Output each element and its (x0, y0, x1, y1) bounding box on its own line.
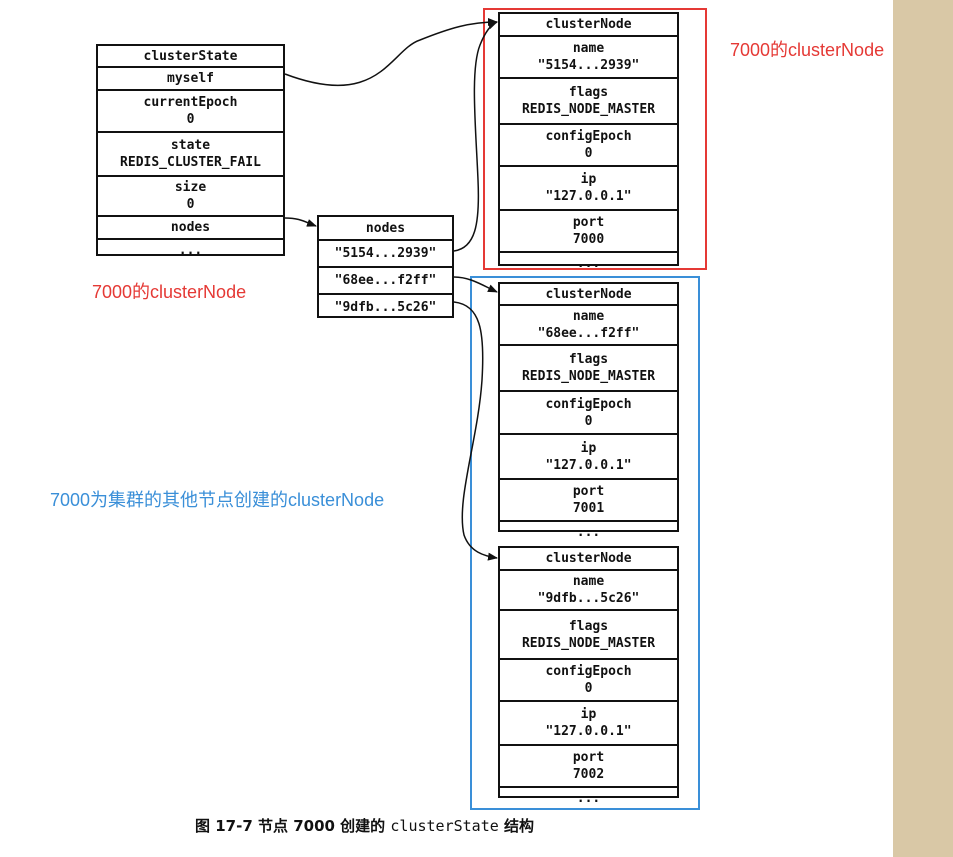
figure-caption: 图 17-7 节点 7000 创建的 clusterState 结构 (195, 815, 534, 836)
caption-prefix: 图 17-7 节点 7000 创建的 (195, 817, 391, 835)
nodes-dict-key-3: "9dfb...5c26" (334, 300, 437, 315)
nodes-dict-entry: "9dfb...5c26" (319, 293, 452, 320)
caption-suffix: 结构 (498, 817, 535, 835)
right-background-strip (893, 0, 953, 857)
blue-highlight-frame (470, 276, 700, 810)
red-highlight-frame (483, 8, 707, 270)
nodes-dict-entry: "68ee...f2ff" (319, 266, 452, 293)
myself-arrow (284, 18, 498, 87)
cluster-state-title-row: clusterState (98, 46, 283, 66)
state-value: REDIS_CLUSTER_FAIL (120, 155, 261, 170)
cluster-state-epoch-row: currentEpoch 0 (98, 89, 283, 131)
annotation-top-right: 7000的clusterNode (730, 40, 885, 60)
cluster-state-more-row: ... (98, 238, 283, 260)
nodes-dict-box: nodes "5154...2939" "68ee...f2ff" "9dfb.… (317, 215, 454, 318)
current-epoch-label: currentEpoch (143, 95, 238, 110)
cluster-state-title: clusterState (143, 48, 238, 64)
size-label: size (174, 180, 207, 195)
state-label: state (170, 138, 211, 153)
cluster-state-size-row: size 0 (98, 175, 283, 215)
cluster-state-more: ... (178, 242, 203, 258)
nodes-label: nodes (170, 220, 211, 235)
cluster-state-box: clusterState myself currentEpoch 0 state… (96, 44, 285, 258)
nodes-dict-title-row: nodes (319, 217, 452, 239)
cluster-state-nodes-row: nodes (98, 215, 283, 238)
size-value: 0 (186, 197, 195, 212)
annotation-blue: 7000为集群的其他节点创建的clusterNode (50, 490, 385, 510)
cluster-state-myself-row: myself (98, 66, 283, 89)
nodes-dict-key-1: "5154...2939" (334, 246, 437, 261)
myself-label: myself (167, 71, 214, 86)
nodes-dict-title: nodes (365, 220, 406, 236)
nodes-arrow (284, 217, 317, 227)
nodes-dict-key-2: "68ee...f2ff" (334, 273, 437, 288)
diagram-page: clusterState myself currentEpoch 0 state… (0, 0, 893, 857)
nodes-dict-entry: "5154...2939" (319, 239, 452, 266)
annotation-left: 7000的clusterNode (92, 282, 247, 302)
current-epoch-value: 0 (186, 112, 195, 127)
caption-mono: clusterState (390, 817, 499, 835)
cluster-state-state-row: state REDIS_CLUSTER_FAIL (98, 131, 283, 175)
